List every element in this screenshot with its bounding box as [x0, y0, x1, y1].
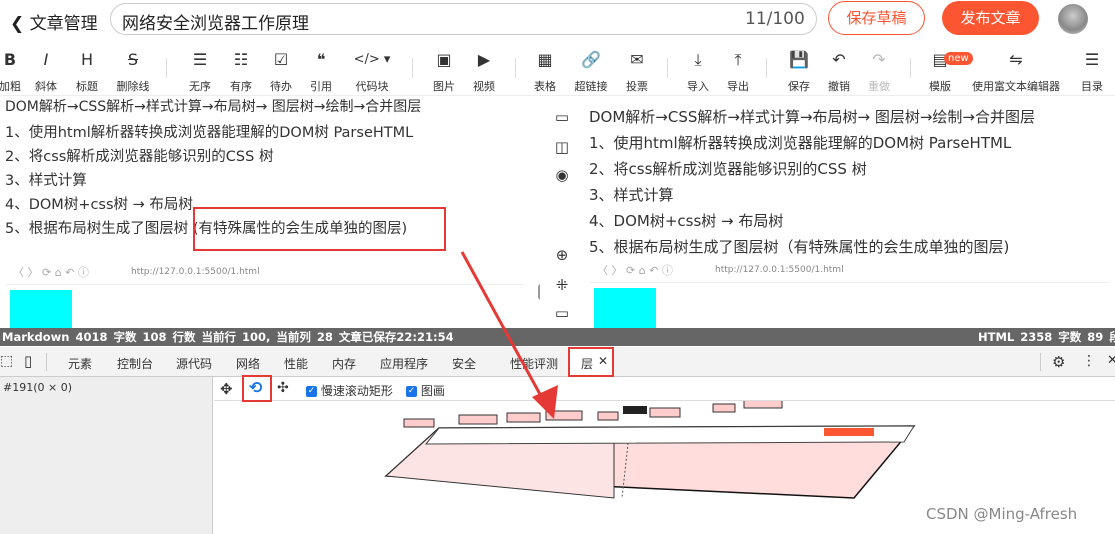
tab-network[interactable]: 网络 — [236, 355, 260, 372]
link-icon: 🔗 — [581, 50, 601, 69]
nav-icons: 〈 〉 ⟳ ⌂ ↶ ⓘ — [597, 264, 673, 277]
layers-toolbar: ✥ ⟲ ✣ ✓ 慢速滚动矩形 ✓ 图画 — [214, 375, 1115, 402]
layer-tree: #191(0 × 0) — [0, 377, 213, 534]
url-text: http://127.0.0.1:5500/1.html — [715, 265, 844, 275]
chevron-left-icon: ❮ — [10, 14, 25, 34]
tab-performance[interactable]: 性能 — [284, 355, 308, 372]
paint-option[interactable]: ✓ 图画 — [406, 382, 445, 399]
strikethrough-button[interactable]: S 删除线 — [109, 50, 157, 94]
editor-line: 1、使用html解析器转换成浏览器能理解的DOM树 ParseHTML — [5, 125, 414, 141]
strikethrough-icon: S — [127, 50, 139, 69]
table-icon: ▦ — [537, 50, 553, 69]
rich-editor-button[interactable]: ⇋ 使用富文本编辑器 — [966, 50, 1066, 94]
toc-icon: ☰ — [1084, 50, 1100, 69]
editor-line: 2、将css解析成浏览器能够识别的CSS 树 — [5, 149, 274, 165]
title-text: 网络安全浏览器工作原理 — [122, 14, 309, 34]
layout-icon[interactable]: ▭ — [548, 108, 576, 126]
editor-line: DOM解析→CSS解析→样式计算→布局树→ 图层树→绘制→合并图层 — [5, 99, 422, 115]
cyan-box — [594, 288, 656, 328]
slow-scroll-option[interactable]: ✓ 慢速滚动矩形 — [306, 382, 393, 399]
floating-layer — [743, 401, 783, 409]
tab-application[interactable]: 应用程序 — [380, 355, 428, 372]
checkbox-icon: ✓ — [306, 386, 317, 397]
move-icon[interactable]: ✣ — [277, 380, 289, 396]
new-badge: new — [944, 52, 973, 65]
status-left: Markdown 4018 字数 108 行数 当前行 100, 当前列 28 … — [2, 330, 454, 344]
editor-line: 3、样式计算 — [5, 173, 87, 189]
back-label: 文章管理 — [29, 14, 98, 34]
pan-icon[interactable]: ✥ — [220, 380, 233, 398]
publish-button[interactable]: 发布文章 — [942, 1, 1039, 35]
red-arrow — [460, 251, 558, 419]
avatar[interactable] — [1058, 4, 1088, 34]
preview-line: 2、将css解析成浏览器能够识别的CSS 树 — [589, 160, 867, 178]
button-layer — [824, 428, 874, 436]
back-link[interactable]: ❮ 文章管理 — [10, 9, 98, 34]
video-button[interactable]: ▶ 视频 — [460, 50, 508, 94]
close-devtools-icon[interactable]: ✕ — [1107, 353, 1115, 368]
checkbox-icon: ✓ — [406, 386, 417, 397]
browser-bar: 〈 〉 ⟳ ⌂ ↶ ⓘ http://127.0.0.1:5500/1.html — [5, 259, 525, 285]
browser-bar: 〈 〉 ⟳ ⌂ ↶ ⓘ http://127.0.0.1:5500/1.html — [589, 257, 1109, 283]
export-icon: ⤒ — [734, 50, 742, 69]
top-bar: ❮ 文章管理 网络安全浏览器工作原理 11/100 保存草稿 发布文章 — [0, 0, 1115, 42]
gear-icon[interactable]: ⚙ — [1052, 353, 1065, 371]
floating-layer — [403, 418, 435, 428]
cyan-box — [10, 290, 72, 328]
highlight-box — [242, 375, 272, 402]
floating-layer — [649, 407, 681, 418]
preview-line: 1、使用html解析器转换成浏览器能理解的DOM树 ParseHTML — [589, 134, 1012, 152]
preview-line: 5、根据布局树生成了图层树（有特殊属性的会生成单独的图层) — [589, 238, 1010, 256]
code-block-button[interactable]: </> ▾ 代码块 — [348, 50, 396, 94]
split-icon[interactable]: ◫ — [548, 138, 576, 156]
toc-button[interactable]: ☰ 目录 — [1068, 50, 1115, 94]
tab-console[interactable]: 控制台 — [117, 355, 153, 372]
switch-icon: ⇋ — [1009, 50, 1023, 69]
url-text: http://127.0.0.1:5500/1.html — [131, 267, 260, 277]
status-right: HTML 2358 字数 89 段落 — [978, 330, 1115, 344]
preview-line: 3、样式计算 — [589, 186, 674, 204]
save-draft-button[interactable]: 保存草稿 — [828, 1, 925, 35]
more-icon[interactable]: ⋮ — [1082, 353, 1096, 369]
tab-elements[interactable]: 元素 — [68, 355, 92, 372]
title-count: 11/100 — [745, 9, 805, 29]
preview-line: 4、DOM树+css树 → 布局树 — [589, 212, 784, 230]
export-button[interactable]: ⤒ 导出 — [714, 50, 762, 94]
quote-icon: ❝ — [316, 50, 326, 69]
video-icon: ▶ — [477, 50, 491, 69]
watermark: CSDN @Ming-Afresh — [926, 505, 1078, 523]
inspect-icon[interactable]: ⬚ — [0, 353, 13, 369]
floating-layer — [623, 406, 647, 414]
layer-node[interactable]: #191(0 × 0) — [3, 381, 72, 394]
code-icon: </> ▾ — [353, 52, 391, 67]
tab-sources[interactable]: 源代码 — [176, 355, 212, 372]
preview-line: DOM解析→CSS解析→样式计算→布局树→ 图层树→绘制→合并图层 — [589, 108, 1035, 126]
device-icon[interactable]: ▯ — [24, 352, 32, 370]
highlight-box — [568, 347, 614, 377]
floating-layer — [712, 403, 736, 413]
editor-line: 4、DOM树+css树 → 布局树 — [5, 197, 193, 213]
tab-memory[interactable]: 内存 — [332, 355, 356, 372]
table-button[interactable]: ▦ 表格 — [521, 50, 569, 94]
nav-icons: 〈 〉 ⟳ ⌂ ↶ ⓘ — [13, 266, 89, 279]
markdown-preview: DOM解析→CSS解析→样式计算→布局树→ 图层树→绘制→合并图层 1、使用ht… — [585, 96, 1115, 328]
eye-icon[interactable]: ◉ — [548, 166, 576, 184]
redo-icon: ↷ — [872, 50, 886, 69]
quote-button[interactable]: ❝ 引用 — [297, 50, 345, 94]
highlight-box — [193, 207, 446, 251]
hyperlink-button[interactable]: 🔗 超链接 — [567, 50, 615, 94]
redo-button[interactable]: ↷ 重做 — [855, 50, 903, 94]
vote-button[interactable]: ✉ 投票 — [613, 50, 661, 94]
vote-icon: ✉ — [630, 50, 644, 69]
floating-layer — [597, 411, 619, 421]
heading-icon: H — [80, 50, 94, 69]
heading-button[interactable]: H 标题 — [63, 50, 111, 94]
